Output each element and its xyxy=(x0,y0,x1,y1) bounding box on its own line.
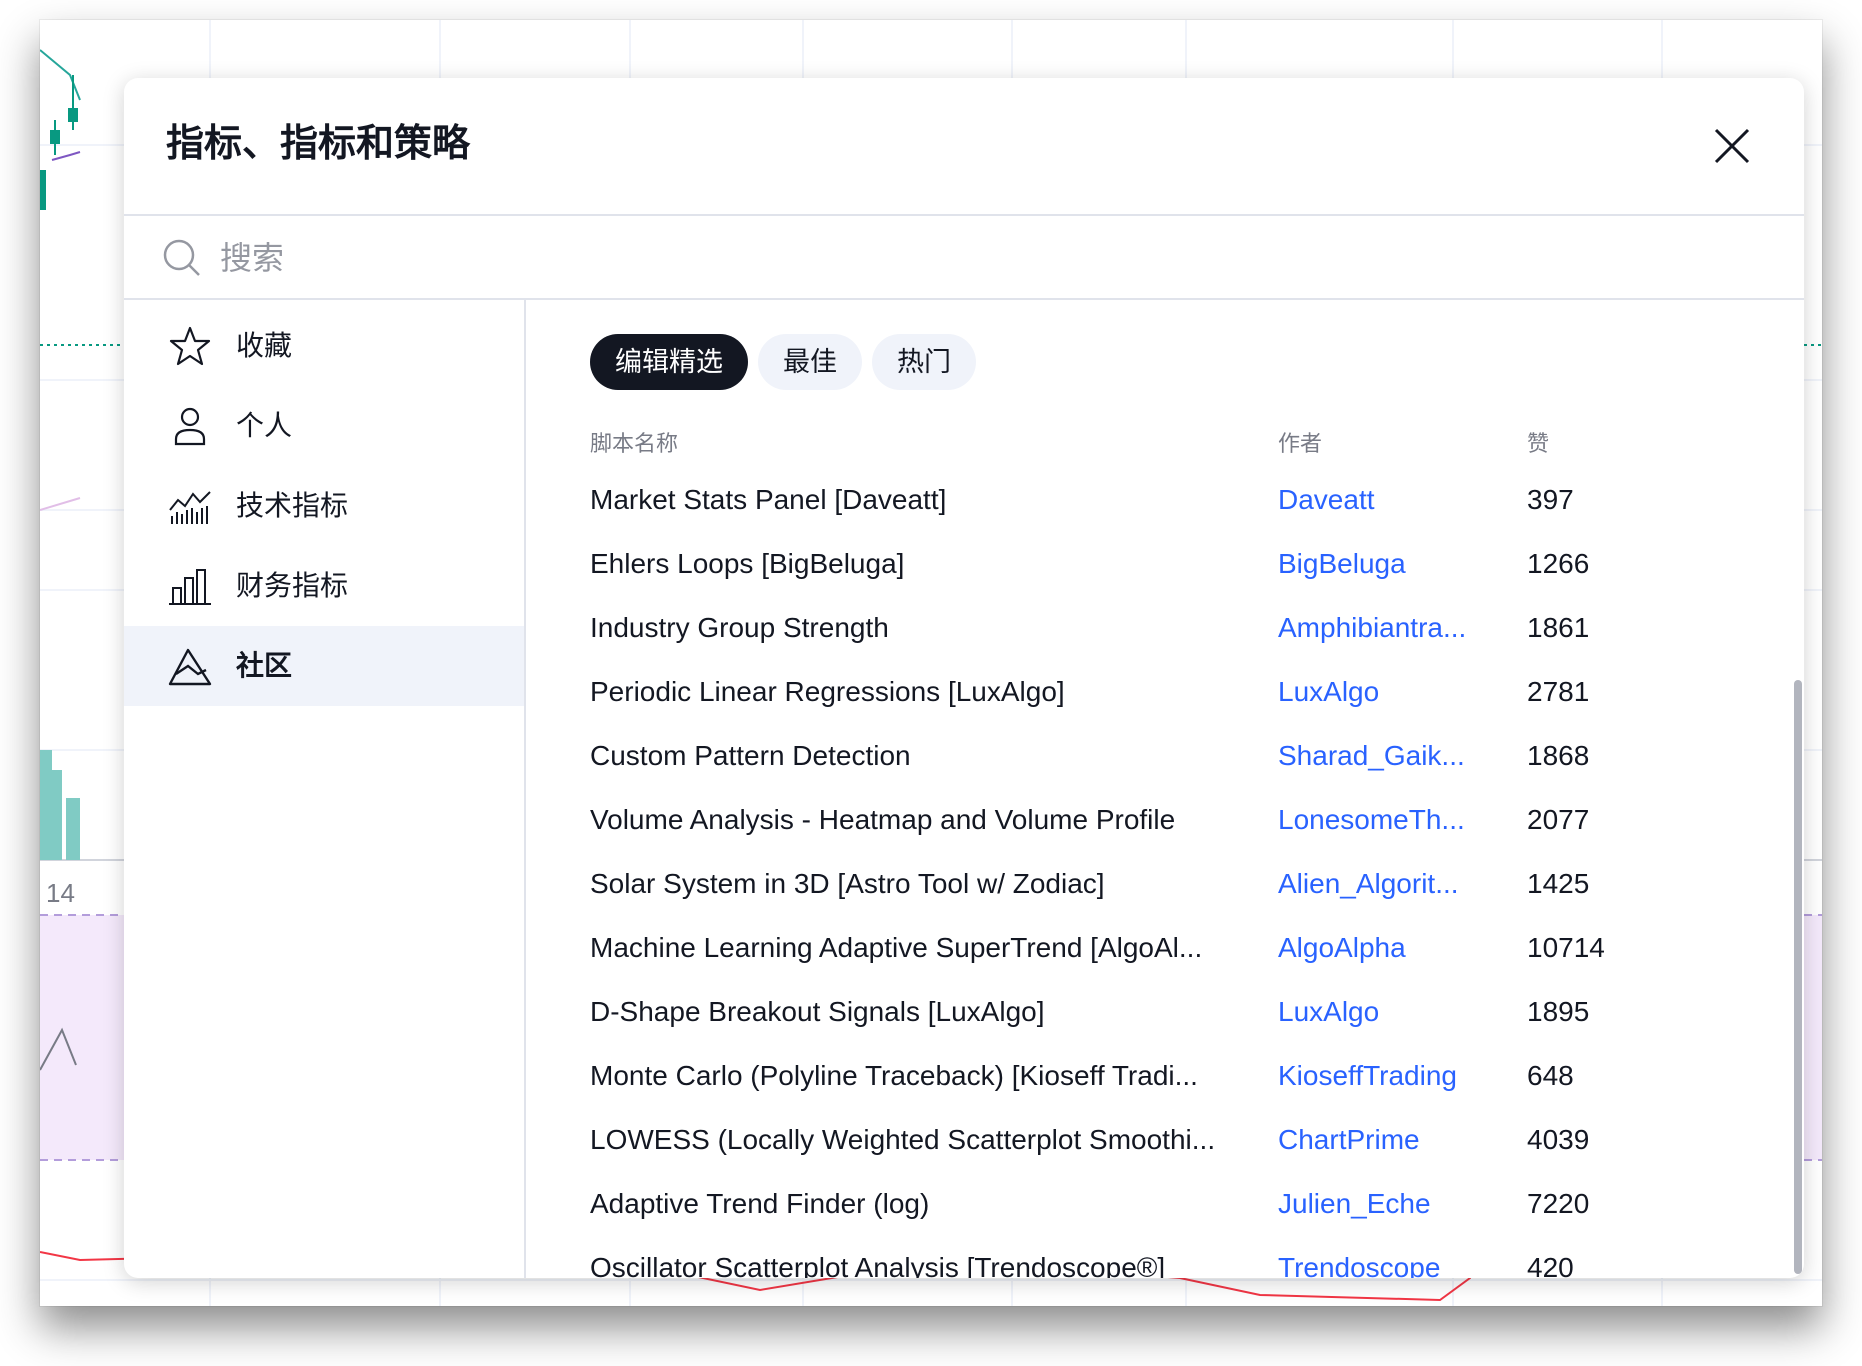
script-name: Custom Pattern Detection xyxy=(590,740,911,771)
script-name: Solar System in 3D [Astro Tool w/ Zodiac… xyxy=(590,868,1105,899)
close-icon xyxy=(1714,128,1750,164)
user-icon xyxy=(174,407,206,446)
author-link[interactable]: ChartPrime xyxy=(1278,1120,1488,1160)
community-mountain-icon xyxy=(168,648,212,686)
table-row[interactable]: Solar System in 3D [Astro Tool w/ Zodiac… xyxy=(526,856,1804,920)
scripts-panel: 编辑精选 最佳 热门 脚本名称 作者 赞 Market Stats Panel … xyxy=(526,300,1804,1278)
search-input[interactable] xyxy=(218,234,1722,282)
likes-count: 1266 xyxy=(1527,548,1590,579)
author-link[interactable]: Alien_Algorit... xyxy=(1278,864,1488,904)
script-name: Industry Group Strength xyxy=(590,612,889,643)
tab-trending[interactable]: 热门 xyxy=(872,334,976,390)
author-link[interactable]: Julien_Eche xyxy=(1278,1184,1488,1224)
likes-count: 397 xyxy=(1527,484,1574,515)
script-name: Periodic Linear Regressions [LuxAlgo] xyxy=(590,676,1065,707)
sidebar-item-financials[interactable]: 财务指标 xyxy=(124,546,524,626)
app-window: 14 指标、指标和策略 收藏 xyxy=(40,20,1822,1306)
table-row[interactable]: Oscillator Scatterplot Analysis [Trendos… xyxy=(526,1240,1804,1278)
table-row[interactable]: Custom Pattern Detection Sharad_Gaik... … xyxy=(526,728,1804,792)
bar-chart-icon xyxy=(169,569,211,605)
script-name: Volume Analysis - Heatmap and Volume Pro… xyxy=(590,804,1176,835)
script-name: D-Shape Breakout Signals [LuxAlgo] xyxy=(590,996,1045,1027)
likes-count: 4039 xyxy=(1527,1124,1590,1155)
tab-editors-picks[interactable]: 编辑精选 xyxy=(590,334,748,390)
table-row[interactable]: Ehlers Loops [BigBeluga] BigBeluga 1266 xyxy=(526,536,1804,600)
likes-count: 2077 xyxy=(1527,804,1590,835)
author-link[interactable]: Sharad_Gaik... xyxy=(1278,736,1488,776)
author-link[interactable]: Amphibiantra... xyxy=(1278,608,1488,648)
author-link[interactable]: AlgoAlpha xyxy=(1278,928,1488,968)
author-link[interactable]: LuxAlgo xyxy=(1278,992,1488,1032)
likes-count: 1861 xyxy=(1527,612,1590,643)
script-name: Machine Learning Adaptive SuperTrend [Al… xyxy=(590,932,1203,963)
likes-count: 2781 xyxy=(1527,676,1590,707)
likes-count: 1895 xyxy=(1527,996,1590,1027)
table-row[interactable]: Monte Carlo (Polyline Traceback) [Kiosef… xyxy=(526,1048,1804,1112)
dialog-title: 指标、指标和策略 xyxy=(166,123,471,165)
author-link[interactable]: LuxAlgo xyxy=(1278,672,1488,712)
likes-count: 1425 xyxy=(1527,868,1590,899)
close-button[interactable] xyxy=(1712,126,1752,166)
author-link[interactable]: Trendoscope xyxy=(1278,1248,1488,1278)
author-link[interactable]: Daveatt xyxy=(1278,480,1488,520)
scrollbar-thumb[interactable] xyxy=(1794,680,1802,1274)
table-row[interactable]: Adaptive Trend Finder (log) Julien_Eche … xyxy=(526,1176,1804,1240)
likes-count: 648 xyxy=(1527,1060,1574,1091)
author-link[interactable]: KioseffTrading xyxy=(1278,1056,1488,1096)
table-row[interactable]: Industry Group Strength Amphibiantra... … xyxy=(526,600,1804,664)
sidebar-item-label: 社区 xyxy=(236,650,293,681)
sidebar-item-label: 个人 xyxy=(236,410,293,441)
search-icon xyxy=(163,239,200,276)
author-link[interactable]: LonesomeTh... xyxy=(1278,800,1488,840)
sidebar-item-label: 技术指标 xyxy=(236,490,349,521)
table-row[interactable]: Volume Analysis - Heatmap and Volume Pro… xyxy=(526,792,1804,856)
search-bar xyxy=(124,216,1804,300)
category-sidebar: 收藏 个人 技术指标 财务指标 社区 xyxy=(124,300,526,1278)
sidebar-item-personal[interactable]: 个人 xyxy=(124,386,524,466)
likes-count: 7220 xyxy=(1527,1188,1590,1219)
sidebar-item-favorites[interactable]: 收藏 xyxy=(124,306,524,386)
script-name: Ehlers Loops [BigBeluga] xyxy=(590,548,905,579)
likes-count: 1868 xyxy=(1527,740,1590,771)
axis-label: 14 xyxy=(46,878,75,908)
script-name: Monte Carlo (Polyline Traceback) [Kiosef… xyxy=(590,1060,1198,1091)
table-row[interactable]: Machine Learning Adaptive SuperTrend [Al… xyxy=(526,920,1804,984)
likes-count: 10714 xyxy=(1527,932,1605,963)
sidebar-item-community[interactable]: 社区 xyxy=(124,626,524,706)
sidebar-item-technicals[interactable]: 技术指标 xyxy=(124,466,524,546)
table-row[interactable]: Market Stats Panel [Daveatt] Daveatt 397 xyxy=(526,472,1804,536)
star-icon xyxy=(169,326,211,366)
filter-tabs: 编辑精选 最佳 热门 xyxy=(590,334,986,390)
table-row[interactable]: Periodic Linear Regressions [LuxAlgo] Lu… xyxy=(526,664,1804,728)
sidebar-item-label: 财务指标 xyxy=(236,570,349,601)
author-link[interactable]: BigBeluga xyxy=(1278,544,1488,584)
column-header-name[interactable]: 脚本名称 xyxy=(590,428,678,460)
column-header-likes[interactable]: 赞 xyxy=(1527,428,1549,460)
column-header-author[interactable]: 作者 xyxy=(1278,428,1322,460)
dialog-header: 指标、指标和策略 xyxy=(124,78,1804,216)
sidebar-item-label: 收藏 xyxy=(236,330,293,361)
script-name: LOWESS (Locally Weighted Scatterplot Smo… xyxy=(590,1124,1216,1155)
table-row[interactable]: LOWESS (Locally Weighted Scatterplot Smo… xyxy=(526,1112,1804,1176)
script-name: Oscillator Scatterplot Analysis [Trendos… xyxy=(590,1252,1166,1278)
script-name: Adaptive Trend Finder (log) xyxy=(590,1188,930,1219)
tab-top[interactable]: 最佳 xyxy=(758,334,862,390)
script-name: Market Stats Panel [Daveatt] xyxy=(590,484,947,515)
table-row[interactable]: D-Shape Breakout Signals [LuxAlgo] LuxAl… xyxy=(526,984,1804,1048)
indicators-dialog: 指标、指标和策略 收藏 xyxy=(124,78,1804,1278)
technical-chart-icon xyxy=(169,491,211,524)
likes-count: 420 xyxy=(1527,1252,1574,1278)
